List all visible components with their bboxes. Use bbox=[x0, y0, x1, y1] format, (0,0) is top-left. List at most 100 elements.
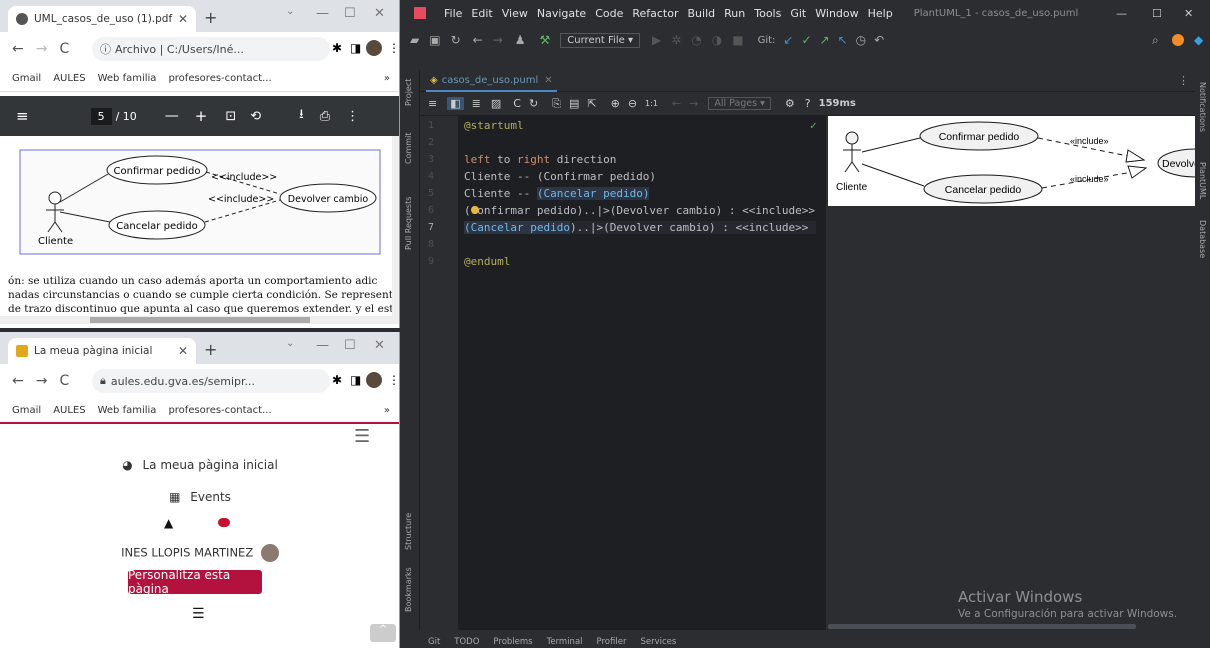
menu-view[interactable]: View bbox=[502, 7, 528, 20]
refresh-icon[interactable]: C bbox=[513, 97, 521, 110]
menu-refactor[interactable]: Refactor bbox=[632, 7, 678, 20]
back-icon[interactable]: ← bbox=[12, 373, 24, 389]
split-view-icon[interactable]: ◧ bbox=[447, 97, 464, 110]
avatar[interactable] bbox=[366, 372, 382, 388]
tool-pull-requests[interactable]: Pull Requests bbox=[404, 197, 413, 250]
omnibox[interactable]: ⓘ Archivo | C:/Users/Iné... bbox=[92, 37, 330, 61]
debug-icon[interactable]: ✲ bbox=[671, 33, 681, 47]
tool-structure[interactable]: Structure bbox=[404, 513, 413, 550]
code-line-7[interactable]: (Cancelar pedido)..|>(Devolver cambio) :… bbox=[464, 221, 816, 234]
new-tab-button[interactable]: + bbox=[204, 340, 217, 359]
back-icon[interactable]: ← bbox=[473, 33, 483, 47]
forward-icon[interactable]: → bbox=[36, 41, 48, 57]
code-line-4[interactable]: Cliente -- (Confirmar pedido) bbox=[464, 170, 656, 183]
preview-only-icon[interactable]: ≣ bbox=[472, 97, 481, 110]
bookmark-profesores[interactable]: profesores-contact... bbox=[168, 405, 271, 416]
tool-commit[interactable]: Commit bbox=[404, 133, 413, 164]
close-button[interactable]: ✕ bbox=[374, 6, 385, 21]
history-icon[interactable]: ◷ bbox=[856, 33, 866, 47]
new-tab-button[interactable]: + bbox=[204, 8, 217, 27]
code-line-3[interactable]: left to right direction bbox=[464, 153, 616, 166]
tab-aules[interactable]: La meua pàgina inicial ✕ bbox=[8, 338, 196, 364]
git-update-icon[interactable]: ↙ bbox=[783, 33, 793, 47]
bell-icon[interactable]: ▲ bbox=[164, 516, 173, 530]
bookmark-gmail[interactable]: Gmail bbox=[12, 405, 41, 416]
minimize-button[interactable]: — bbox=[316, 6, 329, 21]
more-icon[interactable]: ⋮ bbox=[346, 109, 359, 124]
update-icon[interactable] bbox=[1172, 34, 1184, 46]
menu-file[interactable]: File bbox=[444, 7, 462, 20]
code-editor[interactable]: @startuml left to right direction Client… bbox=[458, 116, 826, 630]
maximize-button[interactable]: ☐ bbox=[344, 338, 356, 353]
more-bookmarks-icon[interactable]: » bbox=[384, 405, 390, 416]
forward-icon[interactable]: → bbox=[493, 33, 503, 47]
menu-tools[interactable]: Tools bbox=[754, 7, 781, 20]
close-tab-icon[interactable]: ✕ bbox=[544, 75, 552, 86]
minimize-button[interactable]: — bbox=[316, 338, 329, 353]
menu-code[interactable]: Code bbox=[595, 7, 623, 20]
extension-icon[interactable]: ✱ bbox=[332, 373, 342, 387]
menu-icon[interactable]: ⋮ bbox=[388, 41, 399, 55]
page-number-input[interactable]: 5 bbox=[90, 107, 112, 125]
customize-page-button[interactable]: Personalitza esta pàgina bbox=[128, 568, 262, 596]
vertical-scrollbar[interactable] bbox=[392, 136, 399, 324]
git-commit-icon[interactable]: ✓ bbox=[801, 33, 811, 47]
reload-icon[interactable]: C bbox=[59, 373, 69, 389]
code-line-6[interactable]: (Confirmar pedido)..|>(Devolver cambio) … bbox=[464, 204, 815, 217]
bookmark-web-familia[interactable]: Web familia bbox=[98, 405, 157, 416]
stop-icon[interactable]: ■ bbox=[732, 33, 743, 47]
maximize-button[interactable]: ☐ bbox=[1152, 7, 1162, 20]
maximize-button[interactable]: ☐ bbox=[344, 6, 356, 21]
menu-edit[interactable]: Edit bbox=[471, 7, 492, 20]
run-icon[interactable]: ▶ bbox=[652, 33, 661, 47]
zoom-out-icon[interactable]: ⊖ bbox=[628, 97, 637, 110]
chat-icon[interactable] bbox=[218, 518, 230, 527]
rollback-icon[interactable]: ↶ bbox=[874, 33, 884, 47]
tool-git[interactable]: Git bbox=[428, 637, 440, 647]
bookmark-profesores[interactable]: profesores-contact... bbox=[168, 73, 271, 84]
reload-icon[interactable]: C bbox=[59, 41, 69, 57]
forward-icon[interactable]: → bbox=[36, 373, 48, 389]
tool-profiler[interactable]: Profiler bbox=[597, 637, 627, 647]
save-icon[interactable]: ▣ bbox=[429, 33, 440, 47]
tool-notifications[interactable]: Notifications bbox=[1198, 82, 1207, 132]
fit-page-icon[interactable]: ⊡ bbox=[225, 109, 236, 124]
sync-icon[interactable]: ↻ bbox=[451, 33, 461, 47]
tab-search-icon[interactable]: ⌄ bbox=[286, 338, 294, 349]
close-tab-icon[interactable]: ✕ bbox=[178, 12, 188, 26]
help-icon[interactable]: ? bbox=[805, 97, 811, 110]
tool-plantuml[interactable]: PlantUML bbox=[1198, 162, 1207, 199]
more-tabs-icon[interactable]: ⋮ bbox=[1178, 74, 1189, 87]
pages-dropdown[interactable]: All Pages ▾ bbox=[708, 97, 771, 110]
close-button[interactable]: ✕ bbox=[1184, 7, 1193, 20]
actual-size-icon[interactable]: 1:1 bbox=[645, 99, 658, 108]
code-line-1[interactable]: @startuml bbox=[464, 119, 524, 132]
horizontal-scrollbar[interactable] bbox=[0, 316, 392, 324]
sidepanel-icon[interactable]: ◨ bbox=[350, 373, 361, 387]
git-push-icon[interactable]: ↗ bbox=[820, 33, 830, 47]
bookmark-gmail[interactable]: Gmail bbox=[12, 73, 41, 84]
scroll-up-button[interactable]: ^ bbox=[370, 624, 396, 642]
menu-help[interactable]: Help bbox=[868, 7, 893, 20]
coverage-icon[interactable]: ◔ bbox=[691, 33, 701, 47]
hamburger-icon[interactable]: ≡ bbox=[16, 107, 29, 125]
zoom-out-icon[interactable]: — bbox=[165, 108, 179, 124]
hamburger-icon[interactable]: ☰ bbox=[354, 426, 370, 447]
more-bookmarks-icon[interactable]: » bbox=[384, 73, 390, 84]
preview-scrollbar[interactable] bbox=[828, 624, 1136, 629]
save-icon[interactable]: ▤ bbox=[569, 97, 579, 110]
code-line-5[interactable]: Cliente -- (Cancelar pedido) bbox=[464, 187, 650, 200]
tab-pdf[interactable]: UML_casos_de_uso (1).pdf ✕ bbox=[8, 6, 196, 32]
events-link[interactable]: ▦ Events bbox=[0, 490, 399, 504]
tool-todo[interactable]: TODO bbox=[454, 637, 479, 647]
profile-icon[interactable]: ◑ bbox=[712, 33, 722, 47]
indent-icon[interactable]: ☰ bbox=[192, 606, 205, 622]
tool-problems[interactable]: Problems bbox=[493, 637, 532, 647]
tool-terminal[interactable]: Terminal bbox=[547, 637, 583, 647]
sidepanel-icon[interactable]: ◨ bbox=[350, 41, 361, 55]
close-tab-icon[interactable]: ✕ bbox=[178, 344, 188, 358]
search-icon[interactable]: ⌕ bbox=[1152, 33, 1159, 48]
minimize-button[interactable]: — bbox=[1116, 7, 1127, 20]
copy-icon[interactable]: ⎘ bbox=[552, 97, 561, 111]
user-menu[interactable]: INES LLOPIS MARTINEZ bbox=[0, 544, 399, 562]
